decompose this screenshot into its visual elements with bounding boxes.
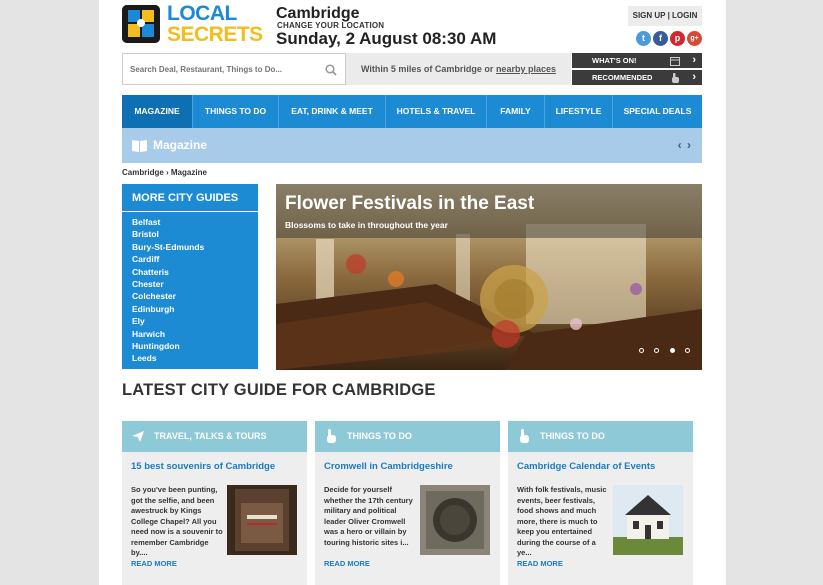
logo-line2: SECRETS [167,23,263,46]
hero-title[interactable]: Flower Festivals in the East [285,193,534,215]
guide-card[interactable]: THINGS TO DO Cromwell in Cambridgeshire … [315,421,500,585]
signup-login-button[interactable]: SIGN UP | LOGIN [628,6,702,26]
city-guide-link[interactable]: Leeds [132,352,204,364]
city-guide-link[interactable]: Colchester [132,290,204,302]
hero-slider[interactable]: Flower Festivals in the East Blossoms to… [276,184,702,370]
logo-mark-icon [122,5,160,43]
hand-pointer-icon [670,73,680,83]
city-guide-link[interactable]: Huntingdon [132,340,204,352]
city-guide-link[interactable]: Edinburgh [132,303,204,315]
city-guides-panel: MORE CITY GUIDES Belfast Bristol Bury-St… [122,184,258,369]
recommended-label: RECOMMENDED [592,73,653,82]
hand-pointer-icon [324,429,338,443]
city-guide-link[interactable]: Bury-St-Edmunds [132,241,204,253]
search-input[interactable] [123,54,313,84]
main-nav: MAGAZINE THINGS TO DO EAT, DRINK & MEET … [122,95,702,128]
nav-family[interactable]: FAMILY [487,95,545,128]
logo-line1: LOCAL [167,2,237,25]
book-icon [132,139,147,152]
current-datetime: Sunday, 2 August 08:30 AM [276,29,497,48]
page: LOCAL SECRETS Cambridge CHANGE YOUR LOCA… [99,0,726,585]
card-category: THINGS TO DO [540,431,605,441]
search-box [122,53,346,85]
read-more-link[interactable]: READ MORE [517,559,563,568]
city-guides-list: Belfast Bristol Bury-St-Edmunds Cardiff … [132,216,204,365]
hero-subtitle: Blossoms to take in throughout the year [285,220,448,230]
plane-icon [131,429,145,443]
nav-things-to-do[interactable]: THINGS TO DO [193,95,279,128]
slider-dot-active[interactable] [669,348,675,353]
card-excerpt: So you've been punting, got the selfie, … [131,485,223,557]
radius-text: Within 5 miles of Cambridge or [361,64,496,74]
divider [122,211,258,212]
city-guide-link[interactable]: Bristol [132,228,204,240]
whats-on-label: WHAT'S ON! [592,56,637,65]
search-icon[interactable] [325,63,337,76]
city-guide-link[interactable]: Harwich [132,328,204,340]
location-radius: Within 5 miles of Cambridge or nearby pl… [346,53,571,85]
googleplus-icon[interactable]: g+ [687,31,702,46]
hand-pointer-icon [517,429,531,443]
city-guide-link[interactable]: Ely [132,315,204,327]
read-more-link[interactable]: READ MORE [324,559,370,568]
guide-card[interactable]: THINGS TO DO Cambridge Calendar of Event… [508,421,693,585]
nav-eat-drink-meet[interactable]: EAT, DRINK & MEET [279,95,386,128]
nav-special-deals[interactable]: SPECIAL DEALS [613,95,702,128]
slider-dot[interactable] [654,348,660,353]
slider-dots [633,340,690,358]
slider-dot[interactable] [638,348,644,353]
chevron-right-icon: › [692,54,696,66]
recommended-button[interactable]: RECOMMENDED › [572,70,702,85]
city-guide-link[interactable]: Chatteris [132,266,204,278]
section-bar: Magazine ‹ › [122,128,702,163]
slider-dot[interactable] [685,348,690,353]
nearby-places-link[interactable]: nearby places [496,64,556,74]
card-excerpt: With folk festivals, music events, beer … [517,485,607,557]
city-guides-title: MORE CITY GUIDES [132,192,239,204]
read-more-link[interactable]: READ MORE [131,559,177,568]
breadcrumb: Cambridge › Magazine [122,168,207,177]
card-excerpt: Decide for yourself whether the 17th cen… [324,485,413,547]
card-title[interactable]: 15 best souvenirs of Cambridge [131,461,275,472]
twitter-icon[interactable]: t [636,31,651,46]
whats-on-button[interactable]: WHAT'S ON! › [572,53,702,68]
guide-card[interactable]: TRAVEL, TALKS & TOURS 15 best souvenirs … [122,421,307,585]
pinterest-icon[interactable]: p [670,31,685,46]
section-title: Magazine [153,138,208,152]
card-title[interactable]: Cromwell in Cambridgeshire [324,461,453,472]
logo[interactable]: LOCAL SECRETS [122,3,263,45]
chevron-right-icon: › [692,71,696,83]
logo-text: LOCAL SECRETS [167,3,263,45]
nav-lifestyle[interactable]: LIFESTYLE [545,95,613,128]
card-thumbnail[interactable] [613,485,683,555]
facebook-icon[interactable]: f [653,31,668,46]
city-guide-link[interactable]: Belfast [132,216,204,228]
section-nav-arrows[interactable]: ‹ › [678,138,692,152]
card-thumbnail[interactable] [420,485,490,555]
card-title[interactable]: Cambridge Calendar of Events [517,461,655,472]
card-category: THINGS TO DO [347,431,412,441]
city-guide-link[interactable]: Cardiff [132,253,204,265]
city-guide-link[interactable]: Chester [132,278,204,290]
nav-hotels-travel[interactable]: HOTELS & TRAVEL [386,95,487,128]
nav-magazine[interactable]: MAGAZINE [122,95,193,128]
calendar-icon [670,56,680,66]
card-category: TRAVEL, TALKS & TOURS [154,431,267,441]
card-thumbnail[interactable] [227,485,297,555]
latest-heading: LATEST CITY GUIDE FOR CAMBRIDGE [122,381,436,399]
